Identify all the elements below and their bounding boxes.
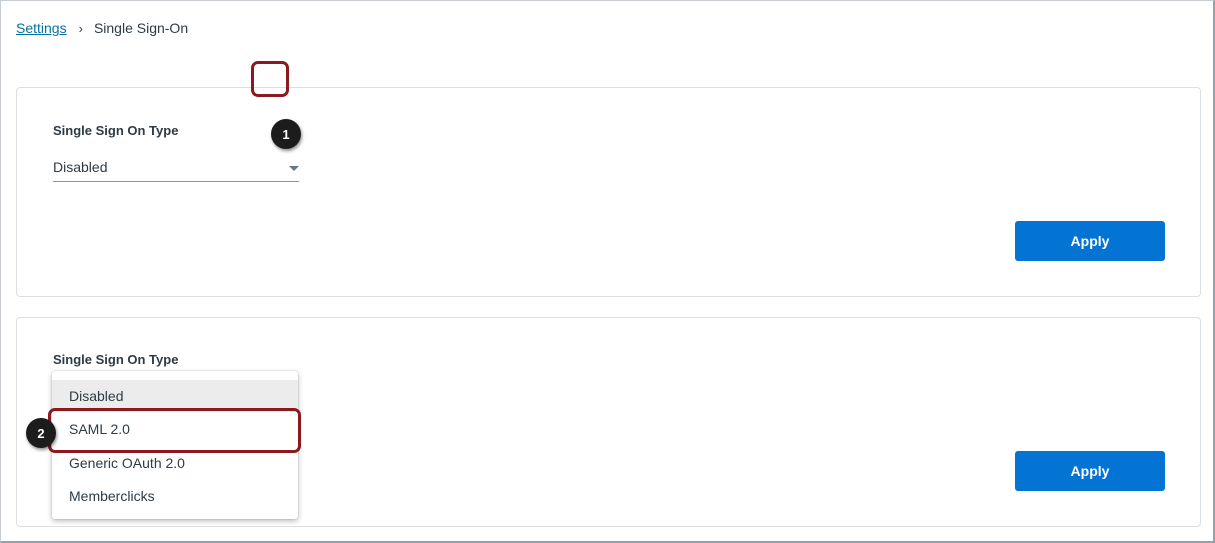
sso-type-select[interactable]: Disabled bbox=[53, 156, 299, 182]
apply-button[interactable]: Apply bbox=[1015, 451, 1165, 491]
sso-type-label: Single Sign On Type bbox=[53, 352, 179, 367]
caret-down-icon[interactable] bbox=[289, 166, 299, 171]
breadcrumb-settings-link[interactable]: Settings bbox=[16, 20, 67, 36]
sso-type-label: Single Sign On Type bbox=[53, 123, 179, 138]
breadcrumb: Settings › Single Sign-On bbox=[16, 20, 188, 36]
chevron-right-icon: › bbox=[78, 20, 83, 36]
window-frame: Settings › Single Sign-On Single Sign On… bbox=[0, 0, 1215, 543]
dropdown-option-memberclicks[interactable]: Memberclicks bbox=[52, 480, 298, 512]
breadcrumb-current: Single Sign-On bbox=[93, 20, 189, 36]
callout-highlight-caret bbox=[251, 61, 289, 97]
callout-badge-1: 1 bbox=[271, 119, 301, 149]
apply-button[interactable]: Apply bbox=[1015, 221, 1165, 261]
sso-type-select-value: Disabled bbox=[53, 159, 108, 175]
callout-highlight-saml bbox=[48, 408, 301, 453]
sso-settings-card-1: Single Sign On Type Disabled Apply bbox=[16, 87, 1201, 297]
callout-badge-2: 2 bbox=[26, 418, 56, 448]
